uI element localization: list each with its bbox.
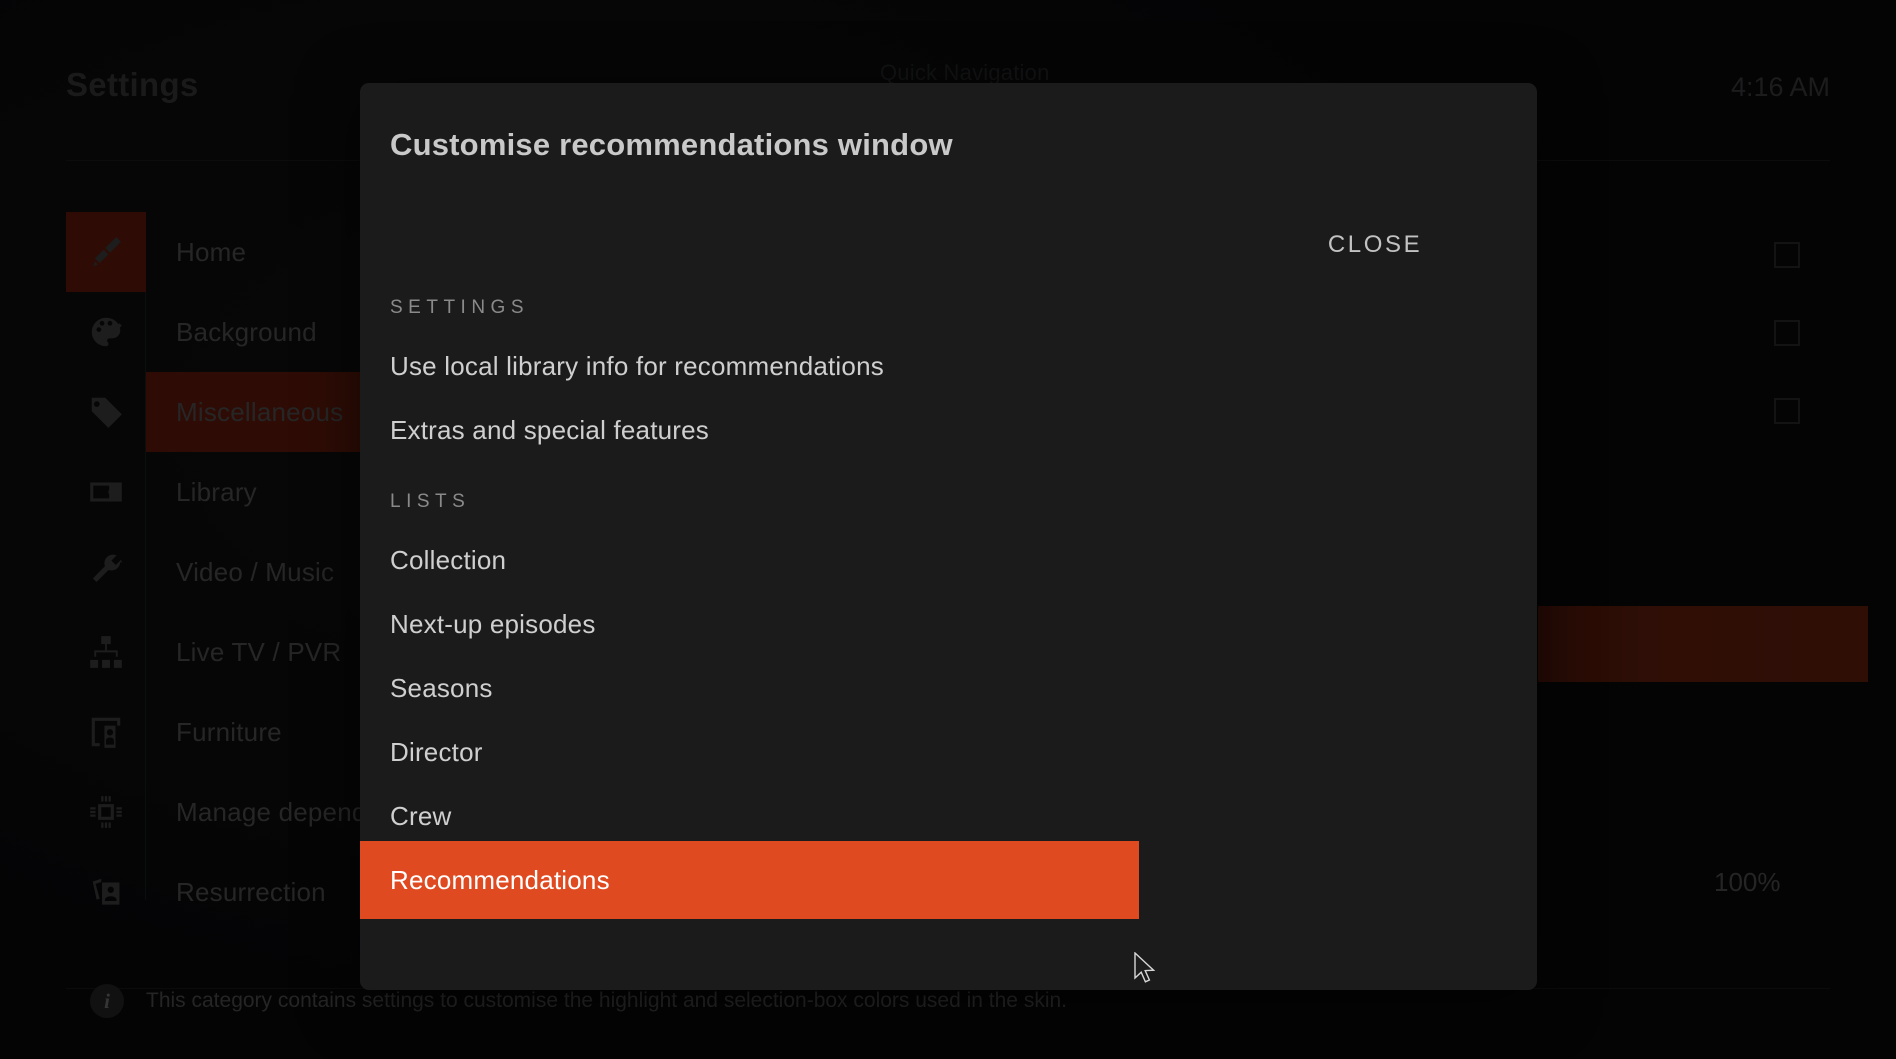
sidebar-item-label: Video / Music — [176, 556, 335, 587]
media-box-icon — [90, 482, 122, 502]
option-row-extras-and-special-features[interactable]: Extras and special features — [360, 391, 1139, 469]
sidebar-item-label: Live TV / PVR — [176, 636, 342, 667]
option-label: Extras and special features — [390, 414, 710, 445]
option-label: Use local library info for recommendatio… — [390, 350, 884, 381]
option-row-recommendations[interactable]: Recommendations — [360, 841, 1139, 919]
option-label: Recommendations — [390, 864, 610, 895]
app-root: Settings 4:16 AM Quick Navigation Home B… — [0, 0, 1896, 1059]
option-label: Collection — [390, 544, 507, 575]
cpu-chip-icon — [90, 796, 122, 828]
sidebar-item-label: Background — [176, 316, 317, 347]
sidebar-icon-miscellaneous[interactable] — [66, 372, 146, 452]
sidebar-item-label: Home — [176, 236, 247, 267]
sidebar-icon-library[interactable] — [66, 452, 146, 532]
option-label: Crew — [390, 800, 452, 831]
group-heading-settings: SETTINGS — [390, 297, 530, 318]
sidebar-icon-resurrection[interactable] — [66, 852, 146, 932]
photo-card-icon — [92, 878, 120, 905]
sidebar-item-label: Furniture — [176, 716, 282, 747]
remote-cast-icon — [91, 717, 121, 748]
group-heading-lists: LISTS — [390, 491, 471, 512]
info-bar-text: This category contains settings to custo… — [146, 989, 1067, 1012]
sidebar-item-label: Library — [176, 476, 257, 507]
info-icon: i — [90, 984, 124, 1018]
sidebar-icon-manage-dependencies[interactable] — [66, 772, 146, 852]
option-label: Next-up episodes — [390, 608, 596, 639]
background-checkbox-1[interactable] — [1774, 242, 1800, 268]
customise-recommendations-dialog: Customise recommendations window CLOSE S… — [360, 83, 1537, 990]
background-checkbox-2[interactable] — [1774, 320, 1800, 346]
sidebar-icon-furniture[interactable] — [66, 692, 146, 772]
sitemap-icon — [90, 636, 122, 668]
sidebar-icon-background[interactable] — [66, 292, 146, 372]
close-button-label: CLOSE — [1327, 231, 1423, 258]
close-button[interactable]: CLOSE — [1240, 214, 1510, 276]
option-label: Director — [390, 736, 483, 767]
background-zoom-value: 100% — [1714, 867, 1781, 897]
sidebar-icon-rail — [66, 212, 146, 905]
palette-icon — [91, 317, 122, 347]
sidebar-item-label: Resurrection — [176, 876, 326, 907]
dialog-title: Customise recommendations window — [390, 127, 953, 162]
tag-icon — [91, 397, 122, 428]
mouse-cursor — [1134, 952, 1156, 983]
paintbrush-icon — [93, 236, 122, 267]
option-label: Seasons — [390, 672, 493, 703]
scrollbar-track[interactable] — [1494, 282, 1499, 730]
clock: 4:16 AM — [1730, 72, 1830, 102]
sidebar-item-label: Miscellaneous — [176, 396, 344, 427]
options-list: SETTINGS Use local library info for reco… — [360, 279, 1139, 990]
sidebar-icon-video-music[interactable] — [66, 532, 146, 612]
wrench-icon — [92, 554, 122, 582]
background-highlighted-row[interactable] — [1538, 606, 1868, 682]
sidebar-icon-home[interactable] — [66, 212, 146, 292]
background-checkbox-3[interactable] — [1774, 398, 1800, 424]
page-title: Settings — [66, 66, 199, 103]
sidebar-icon-live-tv-pvr[interactable] — [66, 612, 146, 692]
